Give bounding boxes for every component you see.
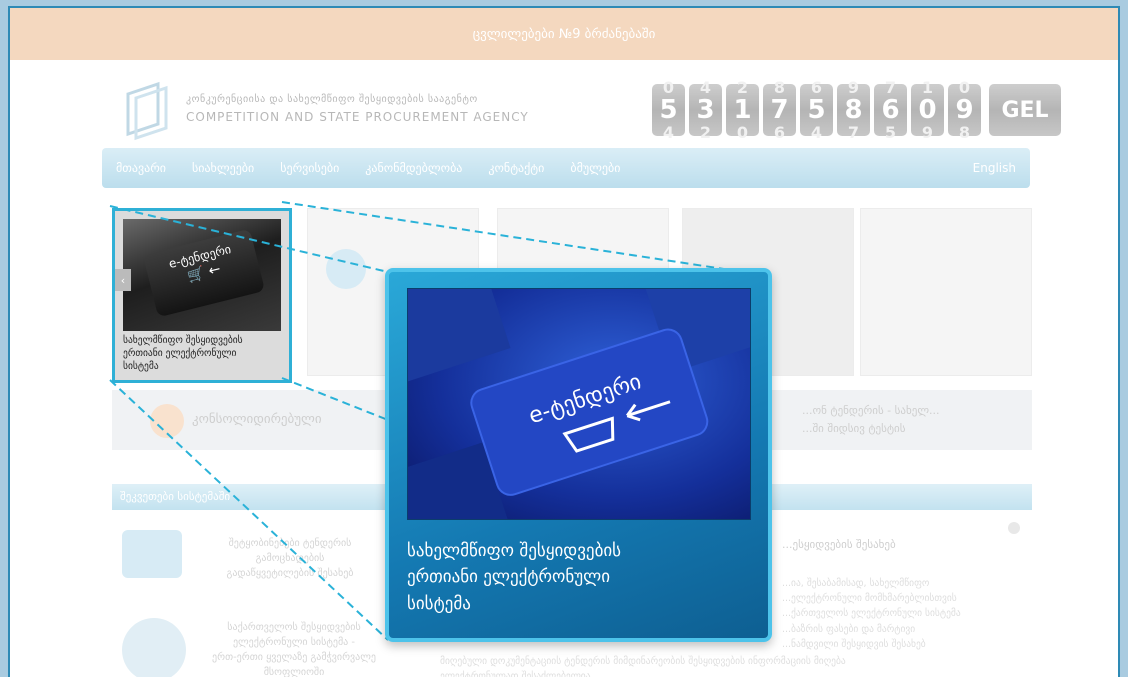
zoomed-callout: e-ტენდერი სახელმწიფო შესყიდვების ერთიანი…: [385, 268, 772, 642]
etender-key-image: e-ტენდერი: [408, 289, 750, 519]
zoomed-keyboard-image: e-ტენდერი: [407, 288, 751, 520]
zoomed-caption: სახელმწიფო შესყიდვების ერთიანი ელექტრონუ…: [407, 541, 622, 614]
